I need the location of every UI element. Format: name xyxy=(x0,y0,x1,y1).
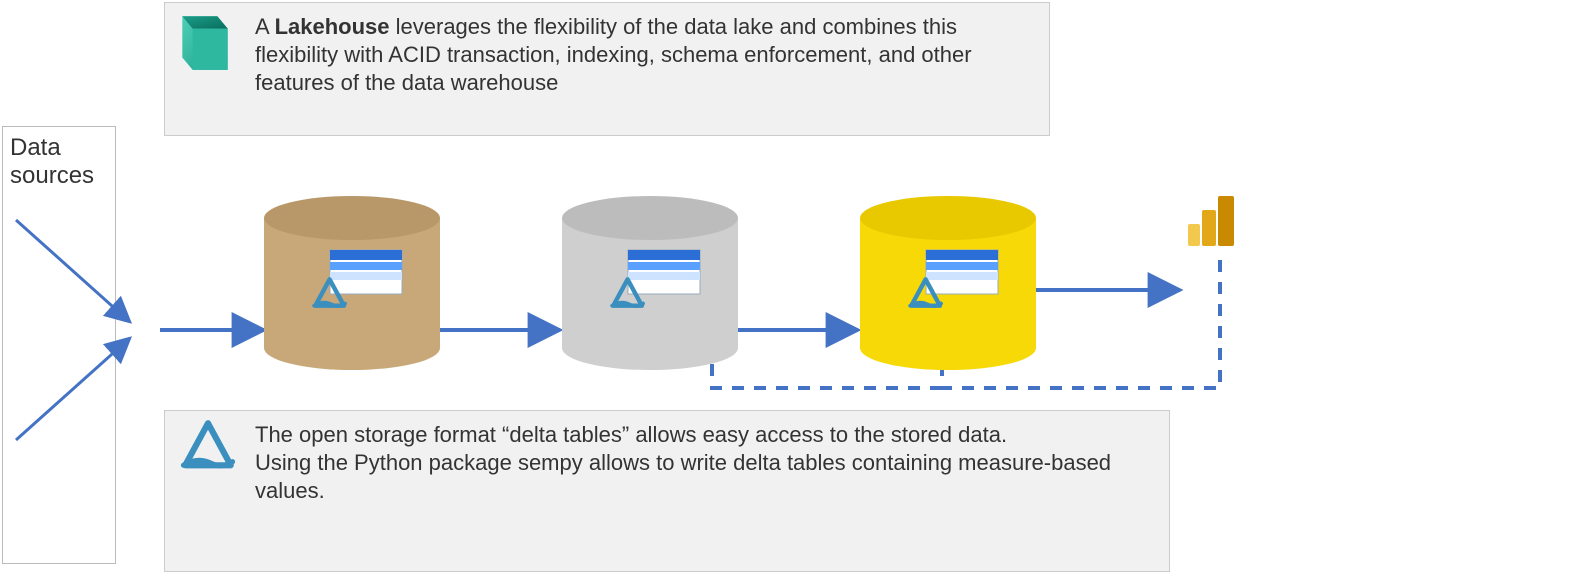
source-arrows xyxy=(16,220,130,440)
diagram-stage: Data sources A Lakehouse leverages the f… xyxy=(0,0,1572,568)
lakehouse-silver xyxy=(562,196,738,370)
lakehouse-bronze xyxy=(264,196,440,370)
architecture-svg xyxy=(0,0,1572,568)
lakehouse-gold xyxy=(860,196,1036,370)
